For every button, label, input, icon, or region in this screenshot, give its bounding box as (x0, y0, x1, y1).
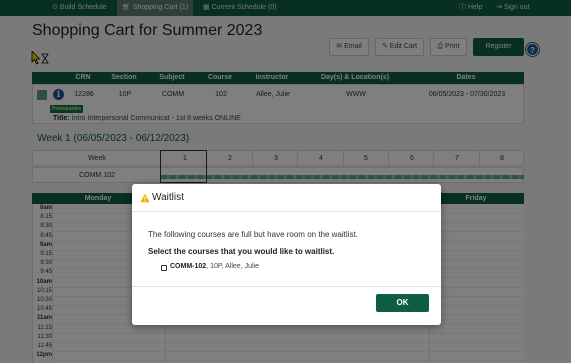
waitlist-course-checkbox[interactable] (161, 265, 167, 271)
dialog-footer-divider (132, 286, 441, 287)
waitlist-course-label[interactable]: COMM-102, 10P, Allee, Julie (170, 263, 259, 270)
dialog-message: The following courses are full but have … (148, 230, 358, 239)
ok-button[interactable]: OK (376, 294, 429, 312)
dialog-title: Waitlist (152, 192, 184, 203)
warning-icon (140, 193, 150, 203)
dialog-header: Waitlist (132, 184, 441, 212)
waitlist-dialog: Waitlist The following courses are full … (132, 184, 441, 325)
dialog-instruction: Select the courses that you would like t… (148, 247, 335, 256)
